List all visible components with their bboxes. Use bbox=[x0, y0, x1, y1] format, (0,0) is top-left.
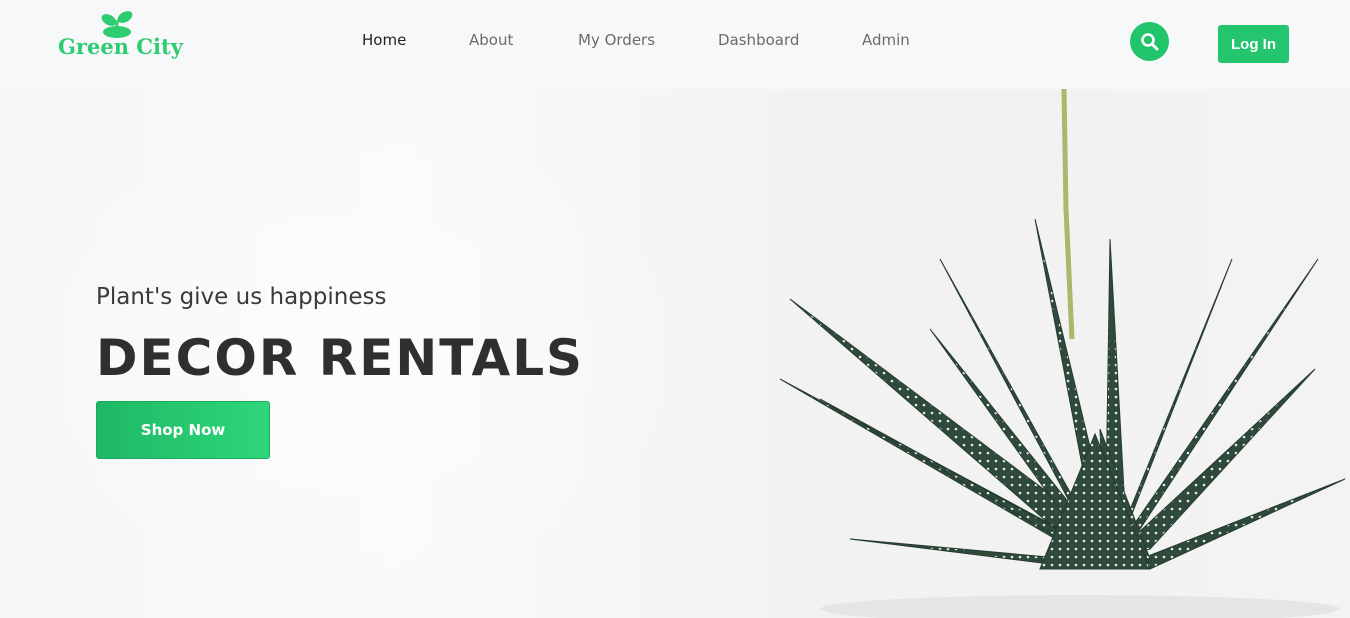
hero-tagline: Plant's give us happiness bbox=[96, 284, 387, 310]
search-button[interactable] bbox=[1130, 22, 1169, 61]
nav-admin[interactable]: Admin bbox=[862, 31, 910, 49]
navbar: Green City Home About My Orders Dashboar… bbox=[0, 0, 1350, 89]
login-button[interactable]: Log In bbox=[1218, 25, 1289, 63]
hero-banner: Plant's give us happiness DECOR RENTALS … bbox=[0, 89, 1350, 618]
hero-headline: DECOR RENTALS bbox=[96, 329, 585, 387]
nav-home[interactable]: Home bbox=[362, 31, 406, 49]
nav-my-orders[interactable]: My Orders bbox=[578, 31, 655, 49]
nav-dashboard[interactable]: Dashboard bbox=[718, 31, 799, 49]
search-icon bbox=[1140, 32, 1158, 50]
nav-about[interactable]: About bbox=[469, 31, 513, 49]
shop-now-button[interactable]: Shop Now bbox=[96, 401, 270, 459]
